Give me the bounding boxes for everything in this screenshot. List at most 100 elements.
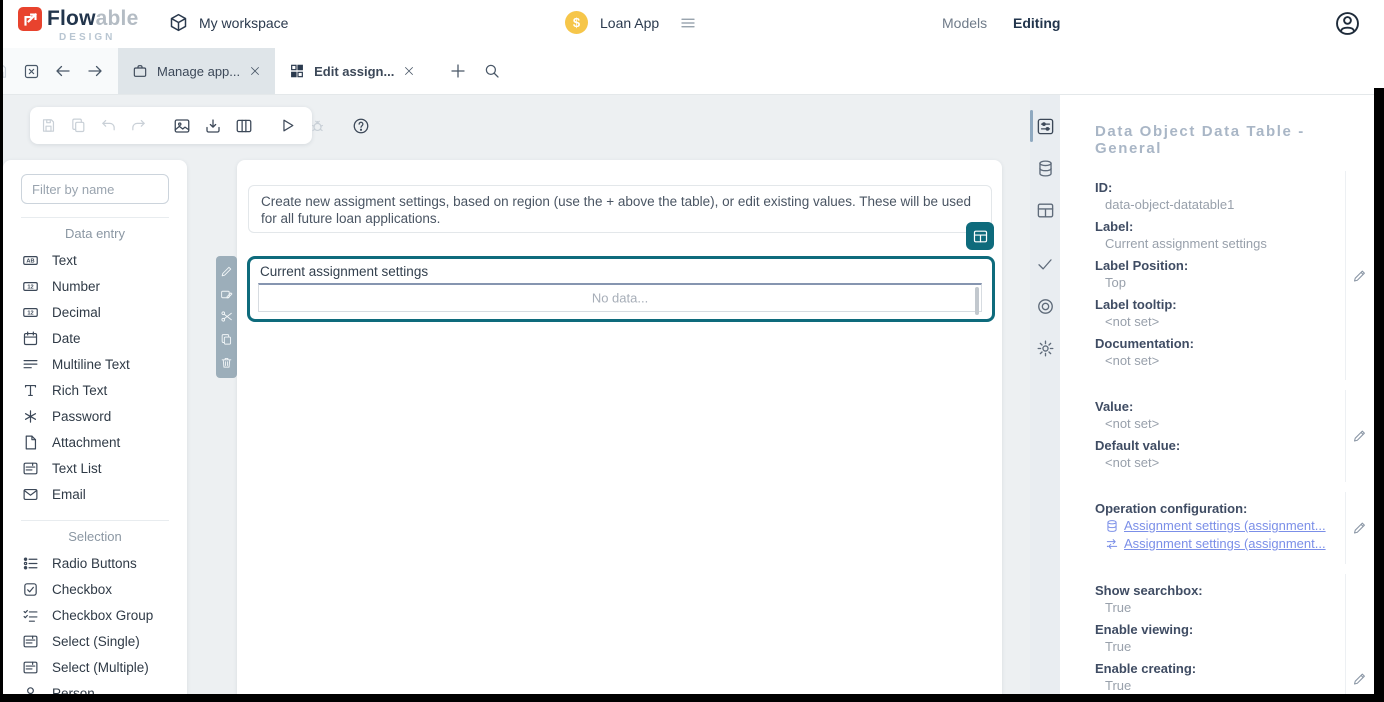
- operation-link[interactable]: Assignment settings (assignment...: [1124, 535, 1326, 553]
- mapping-arrows-icon: [1105, 537, 1119, 551]
- properties-rail: [1030, 95, 1060, 702]
- operation-link-row: Assignment settings (assignment...: [1095, 535, 1345, 553]
- table-icon: [1036, 201, 1055, 220]
- properties-panel: Data Object Data Table - General ID:data…: [1060, 95, 1374, 702]
- palette-item-checkbox[interactable]: Checkbox: [3, 576, 187, 602]
- palette-item-checkbox-group[interactable]: Checkbox Group: [3, 602, 187, 628]
- edit-group-pencil-icon[interactable]: [1352, 268, 1367, 283]
- checkmark-icon: [1036, 255, 1054, 273]
- empty-state-text: No data...: [259, 291, 981, 306]
- palette-item-date[interactable]: Date: [3, 325, 187, 351]
- palette-item-rich-text[interactable]: Rich Text: [3, 377, 187, 403]
- back-arrow-icon[interactable]: [54, 62, 72, 80]
- palette-item-select-single[interactable]: Select (Single): [3, 628, 187, 654]
- search-tabs-icon[interactable]: [483, 62, 501, 80]
- close-tab-icon[interactable]: [23, 63, 40, 80]
- field-label: Show searchbox:: [1095, 582, 1345, 599]
- svg-text:12: 12: [27, 310, 33, 316]
- edit-pencil-icon[interactable]: [220, 265, 233, 278]
- palette-item-multiline-text[interactable]: Multiline Text: [3, 351, 187, 377]
- palette-item-text-list[interactable]: Text List: [3, 455, 187, 481]
- data-table-badge-icon[interactable]: [966, 222, 994, 250]
- tab-manage-app[interactable]: Manage app...: [118, 48, 275, 94]
- palette-item-number[interactable]: 12 Number: [3, 273, 187, 299]
- new-tab-icon[interactable]: [449, 62, 467, 80]
- rail-tab-visibility[interactable]: [1030, 285, 1060, 327]
- data-table-component-selected[interactable]: Current assignment settings No data...: [247, 256, 995, 322]
- deploy-icon[interactable]: [204, 117, 222, 135]
- palette-item-radio-buttons[interactable]: Radio Buttons: [3, 550, 187, 576]
- workspace-label: My workspace: [199, 15, 288, 31]
- edit-group-pencil-icon[interactable]: [1352, 671, 1367, 686]
- top-bar: Flowable DESIGN My workspace $ Loan App …: [0, 0, 1384, 48]
- app-switcher[interactable]: $ Loan App: [565, 11, 697, 34]
- form-canvas[interactable]: Create new assigment settings, based on …: [237, 160, 1002, 702]
- workspace-selector[interactable]: My workspace: [168, 12, 288, 33]
- field-label: Default value:: [1095, 437, 1345, 454]
- tab-label: Manage app...: [157, 64, 240, 79]
- edit-label-icon[interactable]: [220, 288, 233, 301]
- undo-icon[interactable]: [100, 117, 117, 134]
- delete-trash-icon[interactable]: [220, 356, 233, 369]
- rail-tab-general[interactable]: [1030, 105, 1060, 147]
- radio-list-icon: [22, 555, 39, 572]
- redo-icon[interactable]: [130, 117, 147, 134]
- debug-bug-icon[interactable]: [309, 117, 326, 134]
- palette-item-select-multiple[interactable]: Select (Multiple): [3, 654, 187, 680]
- nav-models[interactable]: Models: [942, 15, 987, 31]
- description-text[interactable]: Create new assigment settings, based on …: [248, 185, 992, 233]
- save-icon[interactable]: [40, 117, 57, 134]
- rail-tab-data[interactable]: [1030, 147, 1060, 189]
- component-action-strip: [216, 256, 237, 378]
- field-value: data-object-datatable1: [1095, 196, 1345, 213]
- field-label: Label tooltip:: [1095, 296, 1345, 313]
- select-multiple-icon: [22, 659, 39, 676]
- palette-item-password[interactable]: Password: [3, 403, 187, 429]
- document-tab-bar: Manage app... Edit assign...: [0, 48, 1384, 95]
- section-title-selection: Selection: [3, 529, 187, 544]
- cut-scissors-icon[interactable]: [220, 310, 233, 323]
- filter-input[interactable]: [21, 174, 169, 204]
- rail-tab-table[interactable]: [1030, 189, 1060, 231]
- flowable-logo: Flowable DESIGN: [18, 7, 138, 43]
- operation-link[interactable]: Assignment settings (assignment...: [1124, 517, 1326, 535]
- rail-tab-advanced[interactable]: [1030, 327, 1060, 369]
- tab-close-icon[interactable]: [403, 65, 415, 77]
- brand-bold: Flow: [47, 7, 96, 30]
- nav-editing[interactable]: Editing: [1013, 15, 1060, 31]
- help-icon[interactable]: [352, 117, 370, 135]
- rail-tab-validation[interactable]: [1030, 243, 1060, 285]
- brand-light: able: [96, 7, 139, 30]
- account-icon[interactable]: [1334, 10, 1361, 37]
- tab-edit-assignment[interactable]: Edit assign...: [275, 48, 429, 94]
- form-model-icon: [289, 63, 305, 79]
- forward-arrow-icon[interactable]: [86, 62, 104, 80]
- app-avatar: $: [565, 11, 588, 34]
- window-frame-bottom: [0, 694, 1384, 702]
- field-value: Current assignment settings: [1095, 235, 1345, 252]
- preview-image-icon[interactable]: [173, 117, 191, 135]
- property-group-value: Value:<not set> Default value:<not set>: [1095, 390, 1346, 482]
- field-value: True: [1095, 638, 1345, 655]
- table-scrollbar[interactable]: [975, 287, 979, 315]
- field-value: <not set>: [1095, 352, 1345, 369]
- palette-item-decimal[interactable]: 12 Decimal: [3, 299, 187, 325]
- run-play-icon[interactable]: [279, 117, 296, 134]
- edit-group-pencil-icon[interactable]: [1352, 521, 1367, 536]
- copy-model-icon[interactable]: [70, 117, 87, 134]
- window-frame-left: [0, 0, 3, 702]
- operation-link-row: Assignment settings (assignment...: [1095, 517, 1345, 535]
- duplicate-icon[interactable]: [220, 333, 233, 346]
- hamburger-menu-icon[interactable]: [679, 14, 697, 32]
- tab-close-icon[interactable]: [249, 65, 261, 77]
- palette-item-email[interactable]: Email: [3, 481, 187, 507]
- sliders-box-icon: [1036, 117, 1055, 136]
- layout-columns-icon[interactable]: [235, 117, 253, 135]
- brand-subtitle: DESIGN: [59, 32, 115, 43]
- cube-icon: [168, 12, 189, 33]
- app-name: Loan App: [600, 15, 659, 31]
- palette-item-attachment[interactable]: Attachment: [3, 429, 187, 455]
- property-group-general: ID:data-object-datatable1 Label:Current …: [1095, 171, 1346, 380]
- edit-group-pencil-icon[interactable]: [1352, 429, 1367, 444]
- palette-item-text[interactable]: AB Text: [3, 247, 187, 273]
